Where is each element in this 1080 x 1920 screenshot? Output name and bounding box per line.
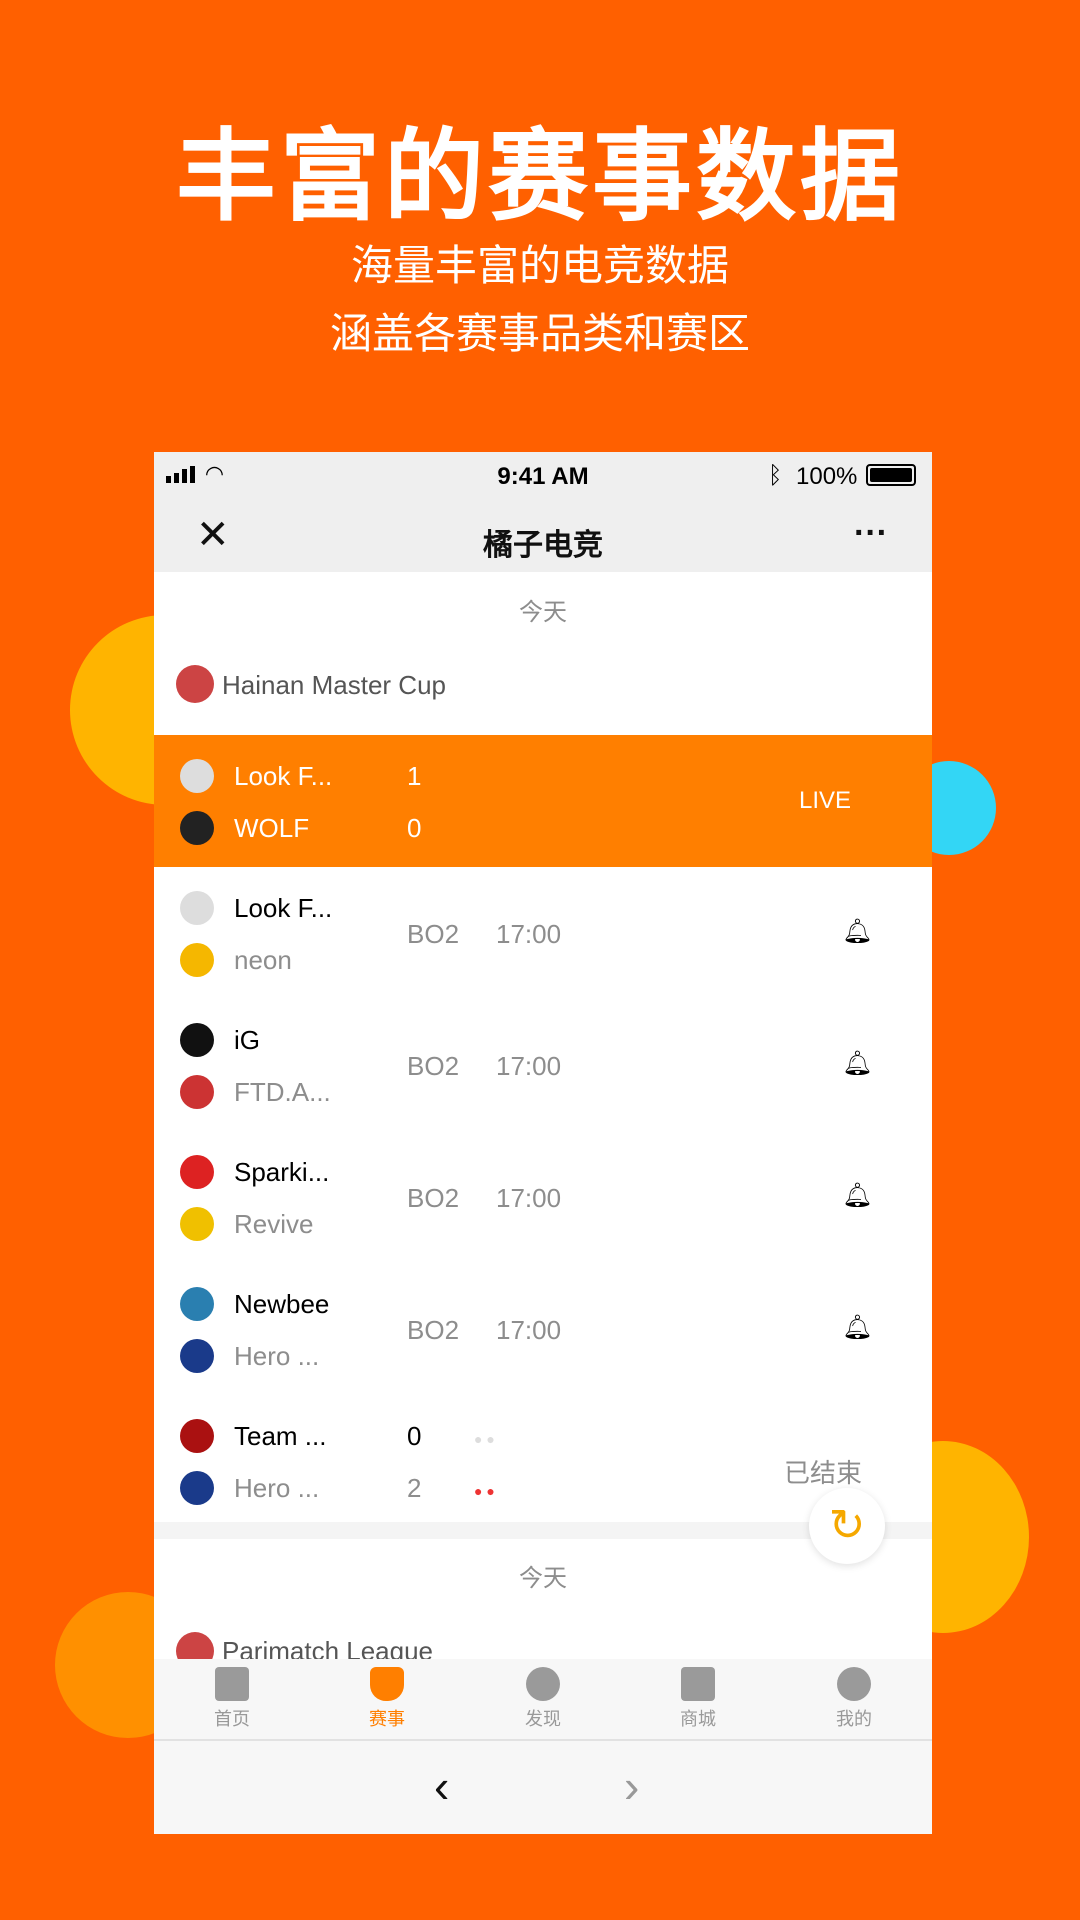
tab-discover[interactable]: 发现: [503, 1667, 583, 1731]
match-time: 17:00: [496, 1183, 562, 1213]
match-time: 17:00: [496, 1315, 562, 1345]
team1-name: Look F...: [234, 761, 333, 791]
promo-line-2: 涵盖各赛事品类和赛区: [329, 310, 750, 357]
tab-matches[interactable]: 赛事: [347, 1667, 427, 1731]
league-name[interactable]: Hainan Master Cup: [222, 670, 446, 701]
team2-name: Revive: [234, 1209, 314, 1239]
team-logo: [180, 1075, 214, 1109]
game-dots: ● ●: [474, 1431, 495, 1447]
team-logo: [180, 1339, 214, 1373]
bell-icon[interactable]: 🔔︎: [842, 1181, 872, 1210]
team2-name: WOLF: [234, 813, 310, 843]
match-time: 17:00: [496, 919, 562, 949]
match-row-live[interactable]: Look F... 1 WOLF 0 LIVE: [154, 735, 932, 867]
match-row[interactable]: iG FTD.A... BO2 17:00 🔔︎: [154, 999, 932, 1131]
team1-name: iG: [234, 1025, 260, 1055]
tab-label: 发现: [525, 1709, 561, 1729]
back-arrow-icon[interactable]: ‹: [434, 1759, 449, 1813]
team1-score: 0: [407, 1421, 422, 1451]
team1-score: 1: [407, 761, 422, 791]
team-logo: [180, 891, 214, 925]
team1-name: Newbee: [234, 1289, 330, 1319]
status-bar: ◠ 9:41 AM ᛒ 100%: [154, 452, 932, 500]
nav-bar: ✕ 橘子电竞 ···: [154, 500, 932, 572]
team-logo: [180, 1155, 214, 1189]
shop-bag-icon: [681, 1667, 715, 1701]
battery-percent: 100%: [796, 463, 858, 490]
team1-name: Team ...: [234, 1421, 327, 1451]
tab-label: 赛事: [369, 1709, 405, 1729]
live-badge: LIVE: [799, 787, 852, 814]
bell-icon[interactable]: 🔔︎: [842, 1313, 872, 1342]
battery-icon: [866, 464, 916, 486]
date-header: 今天: [519, 599, 567, 626]
match-format: BO2: [407, 1183, 460, 1213]
team-logo: [180, 759, 214, 793]
finished-status: 已结束: [784, 1458, 863, 1488]
tab-label: 商城: [680, 1709, 716, 1729]
team-logo: [180, 1419, 214, 1453]
refresh-button[interactable]: ↻: [809, 1488, 885, 1564]
bluetooth-icon: ᛒ: [768, 462, 783, 489]
tab-label: 首页: [214, 1709, 250, 1729]
browser-toolbar: ‹ ›: [154, 1741, 932, 1834]
discover-icon: [526, 1667, 560, 1701]
team-logo: [180, 811, 214, 845]
promo-headline: 丰富的赛事数据: [176, 121, 904, 233]
tab-home[interactable]: 首页: [192, 1667, 272, 1731]
match-row[interactable]: Newbee Hero ... BO2 17:00 🔔︎: [154, 1263, 932, 1395]
team-logo: [180, 1287, 214, 1321]
profile-icon: [837, 1667, 871, 1701]
team1-name: Look F...: [234, 893, 333, 923]
trophy-icon: [370, 1667, 404, 1701]
phone-screen: ◠ 9:41 AM ᛒ 100% ✕ 橘子电竞 ··· 今天 Hainan Ma…: [154, 452, 932, 1834]
date-header: 今天: [519, 1565, 567, 1592]
team2-score: 0: [407, 813, 422, 843]
match-row[interactable]: Look F... neon BO2 17:00 🔔︎: [154, 867, 932, 999]
bell-icon[interactable]: 🔔︎: [842, 917, 872, 946]
team-logo: [180, 1471, 214, 1505]
home-icon: [215, 1667, 249, 1701]
team1-name: Sparki...: [234, 1157, 330, 1187]
promo-line-1: 海量丰富的电竞数据: [350, 242, 729, 289]
team2-name: Hero ...: [234, 1341, 320, 1371]
tab-shop[interactable]: 商城: [658, 1667, 738, 1731]
match-time: 17:00: [496, 1051, 562, 1081]
team2-name: Hero ...: [234, 1473, 320, 1503]
nav-title: 橘子电竞: [483, 529, 603, 562]
forward-arrow-icon[interactable]: ›: [624, 1759, 639, 1813]
tab-label: 我的: [836, 1709, 872, 1729]
more-icon[interactable]: ···: [854, 514, 888, 553]
team-logo: [180, 943, 214, 977]
team-logo: [180, 1023, 214, 1057]
match-row[interactable]: Sparki... Revive BO2 17:00 🔔︎: [154, 1131, 932, 1263]
game-dots: ● ●: [474, 1483, 495, 1499]
tab-profile[interactable]: 我的: [814, 1667, 894, 1731]
team-logo: [180, 1207, 214, 1241]
team2-score: 2: [407, 1473, 422, 1503]
dota-league-icon: [176, 665, 214, 703]
team2-name: neon: [234, 945, 292, 975]
team2-name: FTD.A...: [234, 1077, 331, 1107]
match-format: BO2: [407, 919, 460, 949]
tab-bar: 首页 赛事 发现 商城 我的: [154, 1659, 932, 1741]
bell-icon[interactable]: 🔔︎: [842, 1049, 872, 1078]
match-format: BO2: [407, 1315, 460, 1345]
match-format: BO2: [407, 1051, 460, 1081]
